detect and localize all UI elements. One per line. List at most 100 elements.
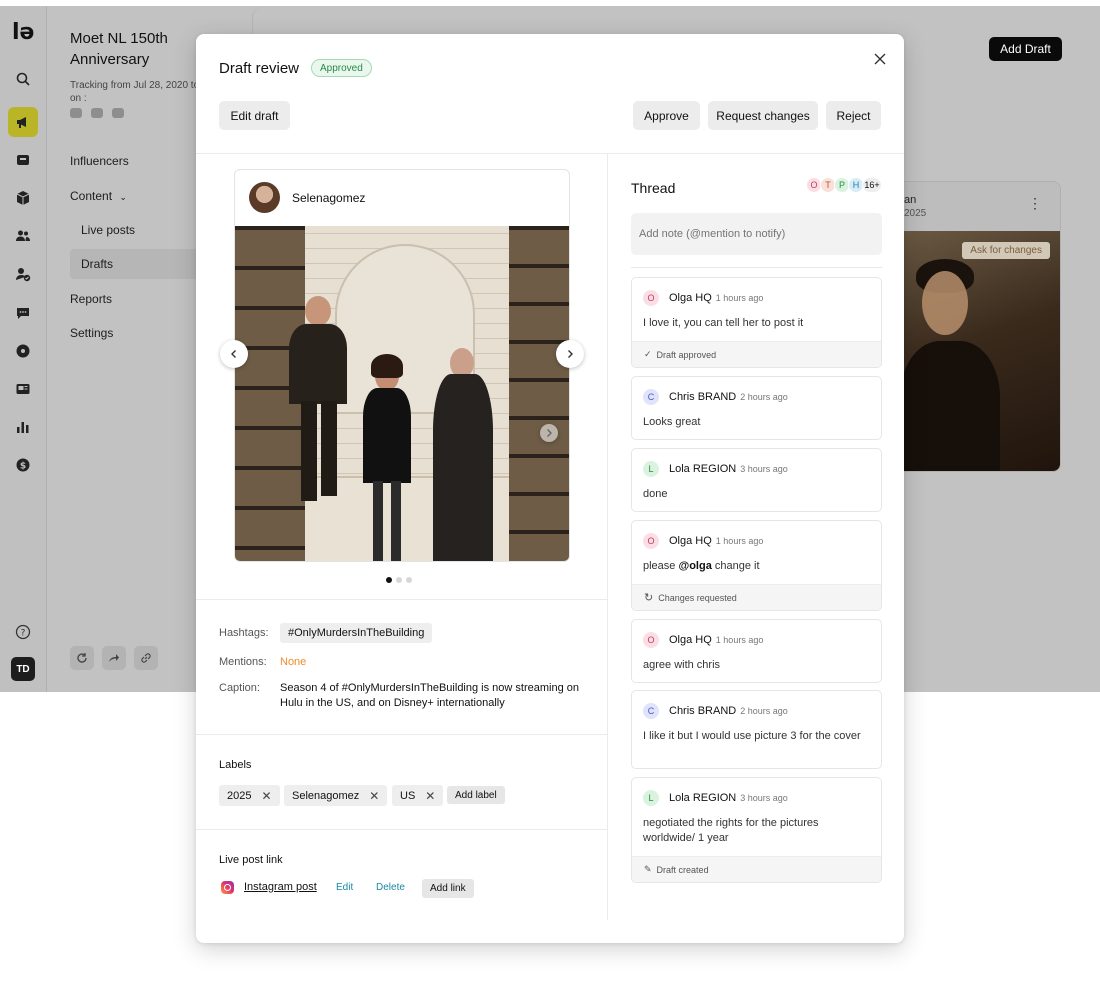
comment-status-footer: ✎ Draft created [632, 856, 881, 882]
more-menu-icon[interactable]: ⋮ [1028, 196, 1042, 210]
search-icon[interactable] [13, 69, 33, 89]
nav-settings[interactable]: Settings [70, 326, 113, 340]
people-icon[interactable] [13, 226, 33, 246]
request-changes-button[interactable]: Request changes [708, 101, 818, 130]
card-year: 2025 [904, 208, 927, 219]
edit-link[interactable]: Edit [336, 882, 353, 893]
status-text: Draft created [656, 864, 709, 875]
carousel-prev-button[interactable] [220, 340, 248, 368]
ask-for-changes-badge: Ask for changes [962, 242, 1050, 259]
participant-avatars[interactable]: O T P H 16+ [806, 177, 882, 193]
remove-label-icon[interactable]: ✕ [369, 789, 379, 803]
add-label-button[interactable]: Add label [447, 786, 505, 804]
nav-content-label: Content [70, 189, 113, 203]
account-name: Selenagomez [292, 191, 366, 205]
account-avatar [249, 182, 280, 213]
label-text: US [400, 789, 416, 802]
megaphone-icon[interactable] [8, 107, 38, 137]
status-badge: Approved [311, 59, 372, 77]
nav-content[interactable]: Content ⌄ [70, 189, 127, 203]
svg-text:$: $ [20, 462, 26, 472]
user-avatar[interactable]: TD [11, 657, 35, 681]
help-icon[interactable]: ? [13, 622, 33, 642]
thread-comment: O Olga HQ 1 hours ago please @olga change i… [631, 520, 882, 611]
box-icon[interactable] [13, 188, 33, 208]
nav-reports[interactable]: Reports [70, 292, 112, 306]
comment-avatar: O [643, 632, 659, 648]
divider [196, 599, 607, 600]
inbox-icon[interactable] [13, 150, 33, 170]
comment-status-footer: ✓ Draft approved [632, 341, 881, 367]
comment-text: negotiated the rights for the pictures w… [643, 817, 819, 844]
delete-link[interactable]: Delete [376, 882, 405, 893]
card-name: an [904, 194, 917, 206]
chevron-left-icon [231, 350, 236, 358]
comment-author: Lola REGION 3 hours ago [669, 792, 788, 804]
thread-title: Thread [631, 180, 676, 196]
live-post-heading: Live post link [219, 854, 283, 866]
carousel-dot[interactable] [396, 577, 402, 583]
mentions-value: None [280, 656, 307, 668]
comment-author: Olga HQ 1 hours ago [669, 634, 763, 646]
post-image [235, 226, 569, 561]
carousel-dots[interactable] [386, 577, 412, 583]
newspaper-icon[interactable] [13, 379, 33, 399]
author-name: Olga HQ [669, 292, 712, 304]
carousel-next-button[interactable] [556, 340, 584, 368]
thread-comment: C Chris BRAND 2 hours ago Looks great [631, 376, 882, 440]
status-text: Changes requested [658, 592, 737, 603]
comment-author: Olga HQ 1 hours ago [669, 292, 763, 304]
twitter-icon [112, 108, 124, 118]
inner-next-icon[interactable] [540, 424, 558, 442]
nav-influencers[interactable]: Influencers [70, 154, 129, 168]
label-text: 2025 [227, 789, 252, 802]
caption-label: Caption: [219, 682, 260, 694]
bar-chart-icon[interactable] [13, 417, 33, 437]
sidebar-actions [70, 646, 158, 670]
share-icon[interactable] [102, 646, 126, 670]
youtube-icon [91, 108, 103, 118]
author-name: Lola REGION [669, 792, 737, 804]
carousel-dot[interactable] [406, 577, 412, 583]
comment-time: 2 hours ago [740, 706, 788, 716]
add-draft-button[interactable]: Add Draft [989, 37, 1062, 61]
edit-draft-button[interactable]: Edit draft [219, 101, 290, 130]
refresh-icon[interactable] [70, 646, 94, 670]
instagram-post-link[interactable]: Instagram post [244, 881, 317, 893]
approve-button[interactable]: Approve [633, 101, 700, 130]
divider [196, 734, 607, 735]
comment-text: agree with chris [643, 659, 721, 671]
comment-avatar: L [643, 790, 659, 806]
background-draft-card[interactable]: an 2025 ⋮ Ask for changes [895, 181, 1061, 472]
chat-icon[interactable] [13, 303, 33, 323]
divider [196, 829, 607, 830]
status-text: Draft approved [656, 349, 717, 360]
check-icon: ✓ [644, 349, 652, 359]
author-name: Lola REGION [669, 463, 737, 475]
carousel-dot[interactable] [386, 577, 392, 583]
comment-text: I like it but I would use picture 3 for … [643, 730, 861, 742]
brand-logo[interactable]: lə [12, 20, 34, 45]
note-input[interactable] [631, 213, 882, 255]
comment-time: 3 hours ago [740, 464, 788, 474]
author-name: Olga HQ [669, 634, 712, 646]
close-icon[interactable] [872, 51, 888, 67]
refresh-icon: ↻ [644, 592, 654, 604]
comment-author: Chris BRAND 2 hours ago [669, 705, 788, 717]
svg-text:?: ? [21, 629, 26, 639]
link-icon[interactable] [134, 646, 158, 670]
remove-label-icon[interactable]: ✕ [425, 789, 435, 803]
remove-label-icon[interactable]: ✕ [261, 789, 271, 803]
nav-live-posts[interactable]: Live posts [81, 223, 135, 237]
user-check-icon[interactable] [13, 264, 33, 284]
hashtag-chip: #OnlyMurdersInTheBuilding [280, 623, 433, 643]
mention[interactable]: @olga [678, 560, 711, 572]
author-name: Chris BRAND [669, 705, 737, 717]
reject-button[interactable]: Reject [826, 101, 881, 130]
thread-comment: O Olga HQ 1 hours ago agree with chris [631, 619, 882, 683]
add-link-button[interactable]: Add link [422, 879, 474, 898]
edit-icon: ✎ [644, 864, 652, 874]
disc-icon[interactable] [13, 341, 33, 361]
dollar-icon[interactable]: $ [13, 455, 33, 475]
label-chip: US ✕ [392, 785, 444, 806]
